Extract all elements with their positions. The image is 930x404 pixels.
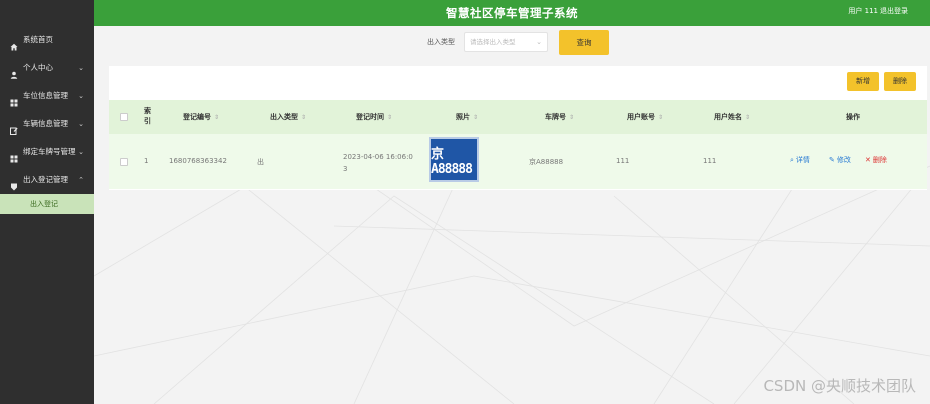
select-all-checkbox[interactable] — [120, 113, 128, 121]
page-title: 智慧社区停车管理子系统 — [446, 6, 578, 20]
sort-icon: ⇕ — [745, 114, 751, 121]
header-label: 出入类型 — [270, 113, 298, 121]
cell-name: 111 — [703, 157, 717, 165]
header-label: 车牌号 — [545, 113, 566, 121]
delete-link[interactable]: ✕ 删除 — [865, 155, 887, 165]
chevron-up-icon: ⌃ — [78, 176, 84, 184]
sidebar-item-label: 出入登记管理 — [23, 175, 68, 184]
sort-icon: ⇕ — [473, 114, 479, 121]
cell-type: 出 — [257, 158, 264, 166]
sidebar-item-label: 车辆信息管理 — [23, 119, 68, 128]
header-label: 照片 — [456, 113, 470, 121]
cell-index: 1 — [144, 157, 149, 165]
close-icon: ✕ — [865, 156, 871, 164]
header-photo[interactable]: 照片 ⇕ — [456, 100, 478, 135]
grid-icon — [10, 147, 18, 163]
chevron-down-icon: ⌄ — [78, 92, 84, 100]
user-icon — [10, 63, 18, 79]
edit-link[interactable]: ✎ 修改 — [829, 155, 851, 165]
cell-time-line1: 2023-04-06 16:06:0 — [343, 153, 413, 161]
chevron-down-icon: ⌄ — [78, 120, 84, 128]
query-button[interactable]: 查询 — [559, 30, 609, 55]
header-name[interactable]: 用户姓名 ⇕ — [714, 100, 750, 135]
row-checkbox[interactable] — [120, 158, 128, 166]
sidebar-item-vehicle[interactable]: 车辆信息管理 ⌄ — [0, 110, 94, 138]
cell-reg-no: 1680768363342 — [169, 157, 227, 165]
cell-time: 2023-04-06 16:06:0 3 — [343, 151, 413, 175]
sort-icon: ⇕ — [301, 114, 307, 121]
select-placeholder: 请选择出入类型 — [470, 38, 516, 46]
header-reg-no[interactable]: 登记编号 ⇕ — [183, 100, 219, 135]
sort-icon: ⇕ — [658, 114, 664, 121]
home-icon — [10, 35, 18, 51]
detail-link[interactable]: ⌕ 详情 — [790, 155, 810, 165]
sidebar-item-bind-plate[interactable]: 绑定车牌号管理 ⌄ — [0, 138, 94, 166]
grid-icon — [10, 91, 18, 107]
header-label: 用户账号 — [627, 113, 655, 121]
header-type[interactable]: 出入类型 ⇕ — [270, 100, 306, 135]
entry-type-select[interactable]: 请选择出入类型 ⌄ — [464, 32, 548, 52]
sidebar-subitem-entry-exit-register[interactable]: 出入登记 — [0, 194, 94, 214]
edit-label: 修改 — [836, 156, 851, 164]
header-plate[interactable]: 车牌号 ⇕ — [545, 100, 574, 135]
header-label: 登记编号 — [183, 113, 211, 121]
sidebar-item-entry-exit[interactable]: 出入登记管理 ⌃ — [0, 166, 94, 194]
sort-icon: ⇕ — [569, 114, 575, 121]
sidebar-item-label: 绑定车牌号管理 — [23, 147, 76, 156]
chevron-down-icon: ⌄ — [78, 64, 84, 72]
add-button[interactable]: 新增 — [847, 72, 879, 91]
pencil-icon: ✎ — [829, 156, 835, 164]
header-label: 登记时间 — [356, 113, 384, 121]
search-icon: ⌕ — [790, 156, 794, 164]
batch-delete-button[interactable]: 删除 — [884, 72, 916, 91]
chevron-down-icon: ⌄ — [536, 38, 542, 46]
cell-time-line2: 3 — [343, 165, 348, 173]
header-ops: 操作 — [846, 113, 860, 121]
current-user: 用户 111 — [848, 7, 878, 15]
search-type-label: 出入类型 — [427, 38, 455, 46]
sidebar-top — [0, 0, 94, 26]
top-header: 智慧社区停车管理子系统 用户 111 退出登录 — [94, 0, 930, 26]
sidebar-item-label: 个人中心 — [23, 63, 53, 72]
delete-label: 删除 — [872, 156, 887, 164]
sidebar-item-label: 车位信息管理 — [23, 91, 68, 100]
sort-icon: ⇕ — [214, 114, 220, 121]
header-account[interactable]: 用户账号 ⇕ — [627, 100, 663, 135]
edit-icon — [10, 119, 18, 135]
pin-icon — [10, 175, 18, 191]
table-header: 索引 登记编号 ⇕ 出入类型 ⇕ 登记时间 ⇕ 照片 ⇕ 车牌号 ⇕ 用户账号 ⇕ 用户姓名… — [109, 100, 927, 134]
logout-link[interactable]: 退出登录 — [880, 0, 908, 22]
header-time[interactable]: 登记时间 ⇕ — [356, 100, 392, 135]
sidebar-item-label: 系统首页 — [23, 35, 53, 44]
header-index: 索引 — [144, 107, 151, 125]
chevron-down-icon: ⌄ — [78, 148, 84, 156]
sidebar-item-parking-space[interactable]: 车位信息管理 ⌄ — [0, 82, 94, 110]
cell-plate: 京A88888 — [529, 158, 564, 166]
cell-account: 111 — [616, 157, 630, 165]
header-label: 用户姓名 — [714, 113, 742, 121]
sidebar-item-home[interactable]: 系统首页 — [0, 26, 94, 54]
plate-photo-text: 京A88888 — [431, 146, 473, 177]
sidebar-item-profile[interactable]: 个人中心 ⌄ — [0, 54, 94, 82]
sidebar: 系统首页 个人中心 ⌄ 车位信息管理 ⌄ 车辆信息管理 ⌄ 绑定车牌号管理 ⌄ … — [0, 0, 94, 404]
sort-icon: ⇕ — [387, 114, 393, 121]
plate-photo[interactable]: 京A88888 — [429, 137, 479, 182]
detail-label: 详情 — [795, 156, 810, 164]
watermark: CSDN @央顺技术团队 — [763, 377, 916, 395]
